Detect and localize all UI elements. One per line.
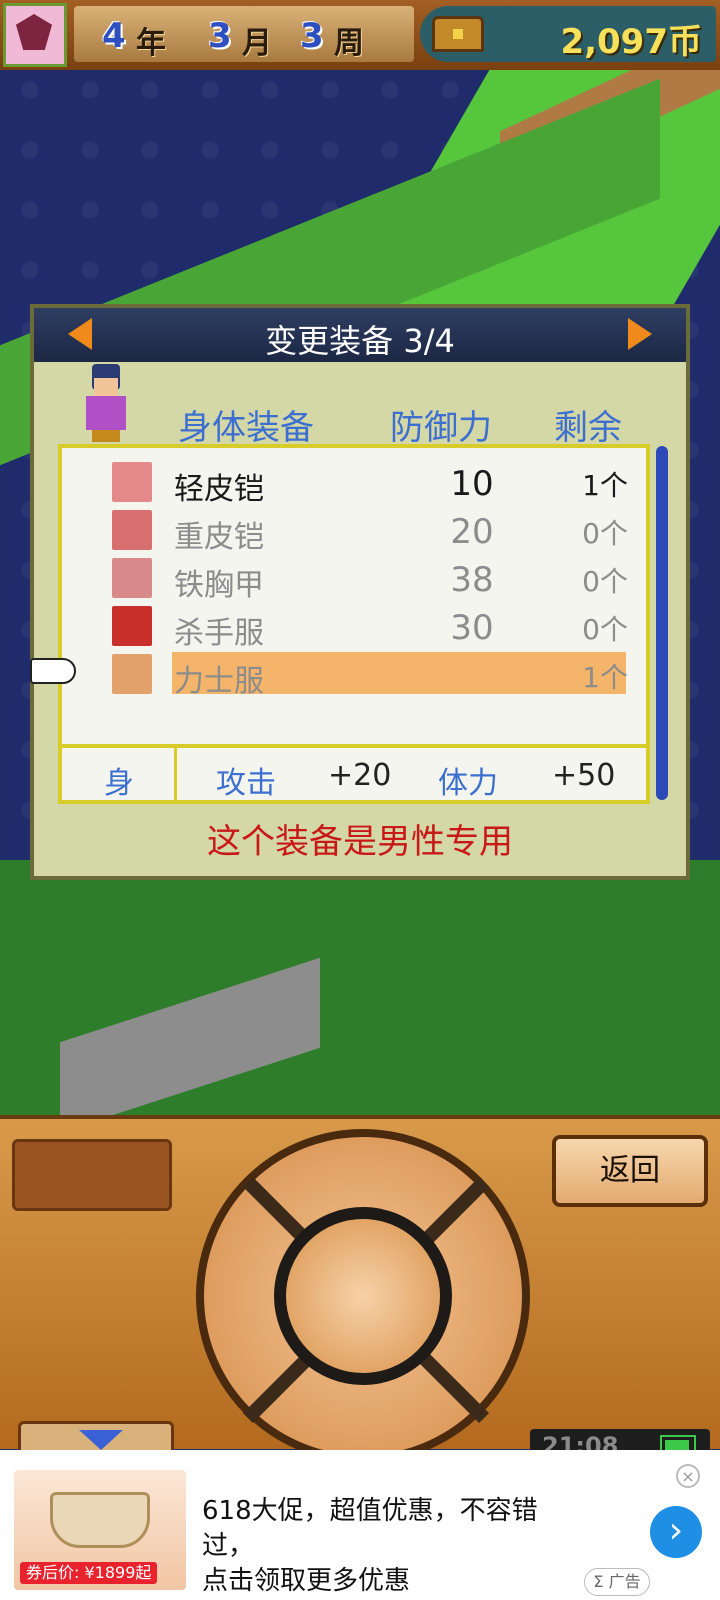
ad-product-image[interactable]: 券后价: ¥1899起 xyxy=(14,1470,186,1590)
stamina-value: +50 xyxy=(552,758,616,793)
treasure-chest-icon xyxy=(432,16,484,52)
directional-pad[interactable] xyxy=(196,1129,530,1463)
stamina-label: 体力 xyxy=(438,766,498,801)
down-triangle-icon xyxy=(79,1430,123,1450)
ad-label: Σ 广告 xyxy=(584,1568,650,1596)
ad-banner[interactable]: 券后价: ¥1899起 618大促，超值优惠，不容错过， 点击领取更多优惠 › … xyxy=(0,1450,720,1600)
top-status-bar: 4 年 3 月 3 周 2,097币 xyxy=(0,0,720,70)
coin-amount: 2,097币 xyxy=(560,22,702,62)
equipment-count: 0个 xyxy=(582,565,628,598)
dialog-title: 变更装备 3/4 xyxy=(265,322,455,360)
action-slot-button[interactable] xyxy=(12,1139,172,1211)
equipment-defense: 10 xyxy=(450,464,494,504)
year-unit: 年 xyxy=(136,26,166,61)
equipment-count: 1个 xyxy=(582,469,628,502)
ad-text[interactable]: 618大促，超值优惠，不容错过， 点击领取更多优惠 xyxy=(202,1494,572,1599)
year-number: 4 xyxy=(102,16,126,56)
attack-label: 攻击 xyxy=(216,766,276,801)
equipment-row[interactable]: 铁胸甲 38 0个 xyxy=(62,556,646,603)
assassin-outfit-icon xyxy=(112,606,152,646)
equipment-name: 轻皮铠 xyxy=(174,472,264,507)
column-header-defense: 防御力 xyxy=(390,408,492,448)
equipment-name: 杀手服 xyxy=(174,616,264,651)
equipment-row[interactable]: 杀手服 30 0个 xyxy=(62,604,646,651)
iron-breastplate-icon xyxy=(112,558,152,598)
ad-close-icon[interactable]: × xyxy=(676,1464,700,1488)
equipment-count: 0个 xyxy=(582,613,628,646)
date-display: 4 年 3 月 3 周 xyxy=(74,6,414,62)
coin-display: 2,097币 xyxy=(420,6,716,62)
week-number: 3 xyxy=(300,16,324,56)
week-unit: 周 xyxy=(334,26,364,61)
gender-restriction-notice: 这个装备是男性专用 xyxy=(207,822,513,862)
column-header-remaining: 剩余 xyxy=(554,408,622,448)
equipment-defense: 30 xyxy=(450,608,494,648)
stat-bonus-bar: 身 攻击 +20 体力 +50 xyxy=(62,744,646,801)
cooking-pot-icon xyxy=(50,1492,150,1548)
ad-line-2: 点击领取更多优惠 xyxy=(202,1566,411,1596)
equipment-name: 重皮铠 xyxy=(174,520,264,555)
change-equipment-dialog: 变更装备 3/4 身体装备 防御力 剩余 轻皮铠 10 1个 重皮铠 20 0个… xyxy=(30,304,690,880)
equipment-defense: 38 xyxy=(450,560,494,600)
strongman-outfit-icon xyxy=(112,654,152,694)
month-number: 3 xyxy=(208,16,232,56)
dpad-center-button[interactable] xyxy=(274,1207,452,1385)
month-unit: 月 xyxy=(242,26,272,61)
equipment-name: 力士服 xyxy=(174,664,264,699)
equipment-name: 铁胸甲 xyxy=(174,568,264,603)
equipment-count: 0个 xyxy=(582,517,628,550)
stat-divider xyxy=(174,748,177,800)
column-header-body-equipment: 身体装备 xyxy=(178,408,314,448)
slot-label: 身 xyxy=(104,766,134,801)
back-button[interactable]: 返回 xyxy=(552,1135,708,1207)
ad-price: 券后价: ¥1899起 xyxy=(20,1562,158,1584)
equipment-count: 1个 xyxy=(582,661,628,694)
equipment-defense: 20 xyxy=(450,512,494,552)
dialog-header: 变更装备 3/4 xyxy=(34,308,686,362)
light-leather-armor-icon xyxy=(112,462,152,502)
equipment-list: 轻皮铠 10 1个 重皮铠 20 0个 铁胸甲 38 0个 杀手服 30 0个 … xyxy=(30,444,650,804)
ad-line-1: 618大促，超值优惠，不容错过， xyxy=(202,1496,538,1561)
ninja-avatar-icon xyxy=(16,14,52,50)
pointing-hand-icon xyxy=(30,658,76,684)
next-page-arrow-icon[interactable] xyxy=(628,318,652,350)
equipment-row[interactable]: 轻皮铠 10 1个 xyxy=(62,460,646,507)
player-avatar[interactable] xyxy=(3,3,67,67)
character-sprite xyxy=(78,364,134,444)
control-panel: 返回 21:08 xyxy=(0,1115,720,1463)
heavy-leather-armor-icon xyxy=(112,510,152,550)
equipment-row[interactable]: 重皮铠 20 0个 xyxy=(62,508,646,555)
attack-value: +20 xyxy=(328,758,392,793)
ad-arrow-icon[interactable]: › xyxy=(650,1506,702,1558)
list-scrollbar[interactable] xyxy=(656,446,668,800)
equipment-row-selected[interactable]: 力士服 1个 xyxy=(30,652,646,699)
